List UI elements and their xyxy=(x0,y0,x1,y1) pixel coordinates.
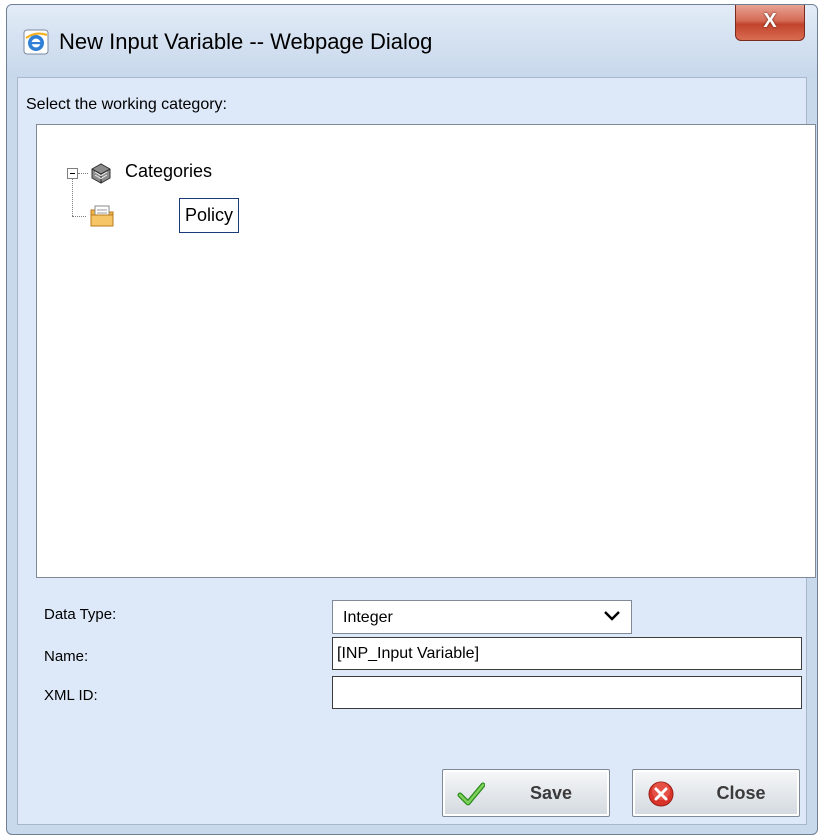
close-button[interactable]: Close xyxy=(632,769,800,817)
data-type-select[interactable]: Integer xyxy=(332,600,632,634)
close-button-label: Close xyxy=(716,783,766,803)
window-close-button[interactable]: X xyxy=(735,5,805,41)
save-button[interactable]: Save xyxy=(442,769,610,817)
select-category-label: Select the working category: xyxy=(26,96,227,113)
internet-explorer-icon xyxy=(23,29,49,55)
close-circle-icon xyxy=(647,780,675,808)
dialog-window: New Input Variable -- Webpage Dialog X S… xyxy=(6,4,818,835)
policy-folder-icon xyxy=(89,203,115,229)
window-title: New Input Variable -- Webpage Dialog xyxy=(59,29,433,54)
tree-connector xyxy=(72,216,86,217)
xml-id-input[interactable] xyxy=(332,676,802,709)
data-type-value: Integer xyxy=(343,609,393,626)
checkmark-icon xyxy=(457,780,486,808)
close-x-icon: X xyxy=(763,10,777,32)
name-label: Name: xyxy=(44,648,89,665)
tree-connector xyxy=(72,179,73,216)
name-input[interactable] xyxy=(332,637,802,670)
save-button-label: Save xyxy=(529,783,573,803)
category-tree[interactable]: Categories Policy xyxy=(36,124,816,578)
dialog-content: Select the working category: Categories xyxy=(17,77,816,825)
tree-root-categories[interactable]: Categories xyxy=(125,161,212,182)
xml-id-label: XML ID: xyxy=(44,687,98,704)
collapse-toggle-icon[interactable] xyxy=(67,168,78,179)
tree-connector xyxy=(78,173,88,174)
chevron-down-icon xyxy=(603,609,621,623)
tree-item-policy[interactable]: Policy xyxy=(179,198,240,233)
title-bar: New Input Variable -- Webpage Dialog X xyxy=(7,5,817,77)
categories-icon xyxy=(89,161,113,185)
data-type-label: Data Type: xyxy=(44,606,117,623)
